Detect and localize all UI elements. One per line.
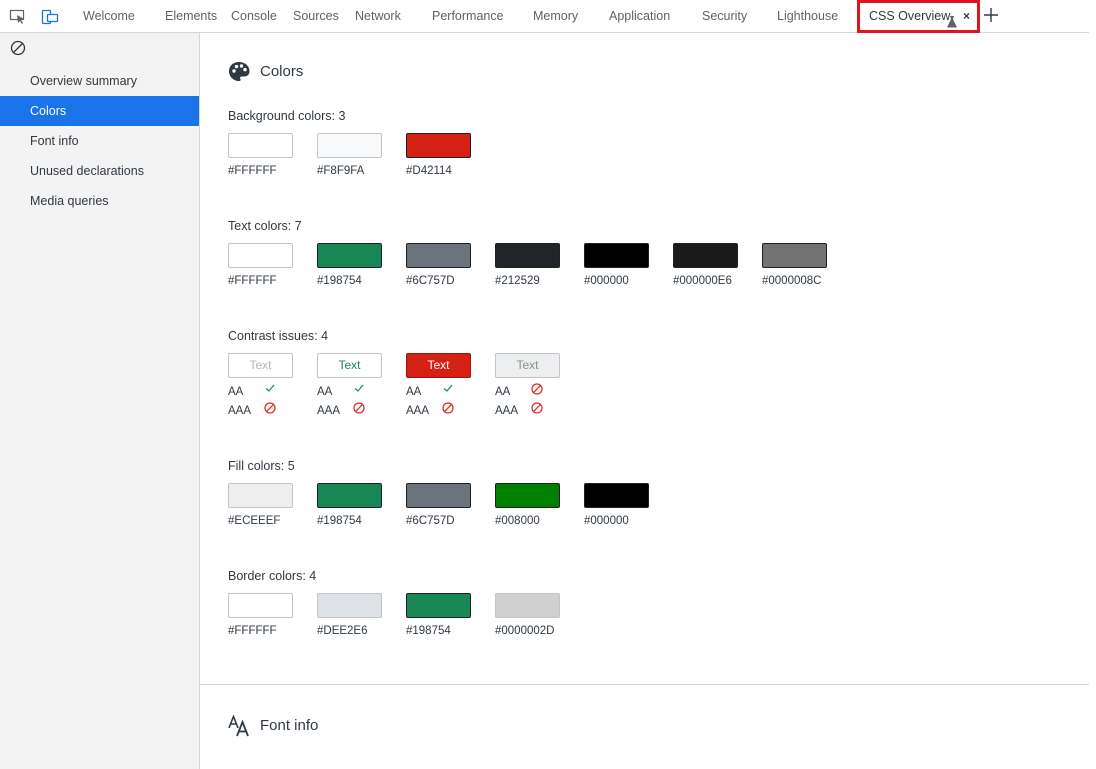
aa-rating-label: AA bbox=[228, 386, 244, 398]
text-color-swatch[interactable] bbox=[673, 243, 738, 268]
sidebar-item-colors[interactable]: Colors bbox=[0, 96, 199, 126]
contrast-issues-title: Contrast issues: 4 bbox=[228, 329, 329, 343]
border-color-swatch[interactable] bbox=[495, 593, 560, 618]
background-color-swatch-label: #FFFFFF bbox=[228, 165, 277, 177]
tab-application[interactable]: Application bbox=[609, 0, 670, 33]
tab-performance[interactable]: Performance bbox=[432, 0, 504, 33]
checkmark-icon bbox=[353, 382, 365, 394]
text-color-swatch-label: #6C757D bbox=[406, 275, 455, 287]
device-toolbar-icon[interactable] bbox=[41, 8, 59, 26]
tab-elements[interactable]: Elements bbox=[165, 0, 217, 33]
close-tab-icon[interactable]: × bbox=[963, 3, 970, 30]
text-color-swatch[interactable] bbox=[495, 243, 560, 268]
contrast-issue-preview[interactable]: Text bbox=[228, 353, 293, 378]
checkmark-icon bbox=[264, 382, 276, 394]
fill-color-swatch[interactable] bbox=[584, 483, 649, 508]
aaa-rating-label: AAA bbox=[495, 405, 519, 417]
section-divider bbox=[200, 684, 1089, 685]
fill-color-swatch[interactable] bbox=[406, 483, 471, 508]
border-color-swatch[interactable] bbox=[317, 593, 382, 618]
tab-welcome[interactable]: Welcome bbox=[83, 0, 135, 33]
border-color-swatch-label: #FFFFFF bbox=[228, 625, 277, 637]
tab-security[interactable]: Security bbox=[702, 0, 747, 33]
text-color-swatch-label: #000000 bbox=[584, 275, 629, 287]
text-color-swatch[interactable] bbox=[584, 243, 649, 268]
tab-memory[interactable]: Memory bbox=[533, 0, 578, 33]
tab-sources[interactable]: Sources bbox=[293, 0, 339, 33]
tab-console[interactable]: Console bbox=[231, 0, 277, 33]
text-color-swatch-label: #000000E6 bbox=[673, 275, 732, 287]
prohibited-icon bbox=[264, 402, 276, 414]
contrast-issue-preview[interactable]: Text bbox=[317, 353, 382, 378]
devtools-tab-bar: Welcome Elements Console Sources Network… bbox=[0, 0, 1089, 33]
prohibited-icon bbox=[442, 402, 454, 414]
fill-color-swatch[interactable] bbox=[495, 483, 560, 508]
prohibited-icon bbox=[531, 383, 543, 395]
text-color-swatch-label: #212529 bbox=[495, 275, 540, 287]
sidebar: Overview summary Colors Font info Unused… bbox=[0, 33, 200, 769]
main-panel: Colors Background colors: 3 #FFFFFF #F8F9… bbox=[200, 33, 1089, 769]
aa-rating-label: AA bbox=[495, 386, 511, 398]
background-color-swatch-label: #F8F9FA bbox=[317, 165, 365, 177]
sidebar-item-media-queries[interactable]: Media queries bbox=[0, 186, 199, 216]
background-color-swatch[interactable] bbox=[228, 133, 293, 158]
add-tab-icon[interactable] bbox=[982, 6, 1000, 24]
aaa-rating-label: AAA bbox=[406, 405, 430, 417]
tab-css-overview-label: CSS Overview bbox=[869, 9, 951, 23]
text-color-swatch[interactable] bbox=[762, 243, 827, 268]
font-info-section-title: Font info bbox=[260, 717, 319, 734]
inspect-element-icon[interactable] bbox=[9, 8, 27, 26]
text-colors-title: Text colors: 7 bbox=[228, 219, 302, 233]
aa-rating-label: AA bbox=[406, 386, 422, 398]
sidebar-item-unused-declarations[interactable]: Unused declarations bbox=[0, 156, 199, 186]
prohibited-icon bbox=[531, 402, 543, 414]
clear-icon[interactable] bbox=[10, 40, 26, 56]
border-color-swatch[interactable] bbox=[228, 593, 293, 618]
sidebar-item-font-info[interactable]: Font info bbox=[0, 126, 199, 156]
tab-css-overview[interactable]: CSS Overview × bbox=[857, 0, 980, 33]
aaa-rating-label: AAA bbox=[228, 405, 252, 417]
border-color-swatch-label: #0000002D bbox=[495, 625, 555, 637]
fill-color-swatch-label: #008000 bbox=[495, 515, 540, 527]
border-colors-title: Border colors: 4 bbox=[228, 569, 317, 583]
text-color-swatch-label: #198754 bbox=[317, 275, 362, 287]
border-color-swatch-label: #198754 bbox=[406, 625, 451, 637]
contrast-issue-preview[interactable]: Text bbox=[406, 353, 471, 378]
border-color-swatch[interactable] bbox=[406, 593, 471, 618]
fill-color-swatch-label: #ECEEEF bbox=[228, 515, 281, 527]
colors-section-title: Colors bbox=[260, 63, 304, 80]
text-color-swatch[interactable] bbox=[406, 243, 471, 268]
fill-color-swatch-label: #6C757D bbox=[406, 515, 455, 527]
contrast-issue-preview[interactable]: Text bbox=[495, 353, 560, 378]
background-colors-title: Background colors: 3 bbox=[228, 109, 346, 123]
fill-color-swatch[interactable] bbox=[317, 483, 382, 508]
background-color-swatch-label: #D42114 bbox=[406, 165, 452, 177]
background-color-swatch[interactable] bbox=[406, 133, 471, 158]
text-color-swatch[interactable] bbox=[228, 243, 293, 268]
prohibited-icon bbox=[353, 402, 365, 414]
aaa-rating-label: AAA bbox=[317, 405, 341, 417]
sidebar-item-overview-summary[interactable]: Overview summary bbox=[0, 66, 199, 96]
aa-rating-label: AA bbox=[317, 386, 333, 398]
border-color-swatch-label: #DEE2E6 bbox=[317, 625, 368, 637]
fill-color-swatch-label: #198754 bbox=[317, 515, 362, 527]
palette-icon bbox=[229, 62, 250, 81]
fill-color-swatch-label: #000000 bbox=[584, 515, 629, 527]
text-color-swatch[interactable] bbox=[317, 243, 382, 268]
text-color-swatch-label: #FFFFFF bbox=[228, 275, 277, 287]
checkmark-icon bbox=[442, 382, 454, 394]
tab-network[interactable]: Network bbox=[355, 0, 401, 33]
tab-lighthouse[interactable]: Lighthouse bbox=[777, 0, 838, 33]
fill-colors-title: Fill colors: 5 bbox=[228, 459, 295, 473]
font-icon bbox=[228, 715, 249, 737]
text-color-swatch-label: #0000008C bbox=[762, 275, 822, 287]
fill-color-swatch[interactable] bbox=[228, 483, 293, 508]
background-color-swatch[interactable] bbox=[317, 133, 382, 158]
